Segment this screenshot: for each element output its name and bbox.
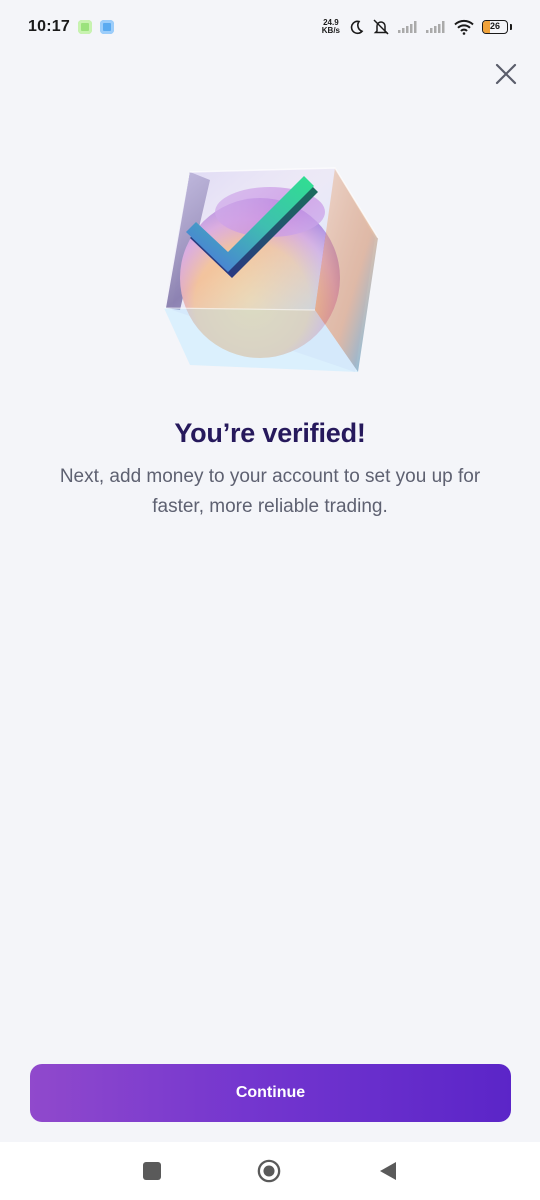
moon-icon [350,20,364,35]
status-time: 10:17 [28,18,70,35]
verified-cube-illustration [163,167,379,372]
network-speed: 24.9 KB/s [322,19,340,35]
page-subtitle: Next, add money to your account to set y… [59,466,481,517]
bell-muted-icon [373,19,389,35]
status-right: 24.9 KB/s 26 [322,18,512,36]
signal-icon [426,21,445,33]
close-button[interactable] [490,58,522,90]
wifi-icon [454,19,474,35]
page-title: You’re verified! [174,418,366,448]
battery-level: 26 [489,21,500,31]
verified-illustration [150,160,390,380]
back-button[interactable] [376,1159,400,1183]
system-nav-bar [0,1142,540,1200]
status-bar: 10:17 24.9 KB/s 26 [0,0,540,54]
close-icon [495,63,517,85]
recents-button[interactable] [140,1159,164,1183]
circle-icon [257,1159,281,1183]
app-notification-icon [77,20,92,34]
home-button[interactable] [257,1159,281,1183]
network-speed-unit: KB/s [321,26,340,35]
battery-indicator: 26 [482,20,508,34]
battery-tip [510,24,512,30]
continue-button[interactable]: Continue [30,1064,511,1122]
back-triangle-icon [380,1162,396,1180]
app-notification-icon [99,20,114,34]
signal-icon [398,21,417,33]
square-icon [143,1162,161,1180]
status-left: 10:17 [28,18,114,36]
